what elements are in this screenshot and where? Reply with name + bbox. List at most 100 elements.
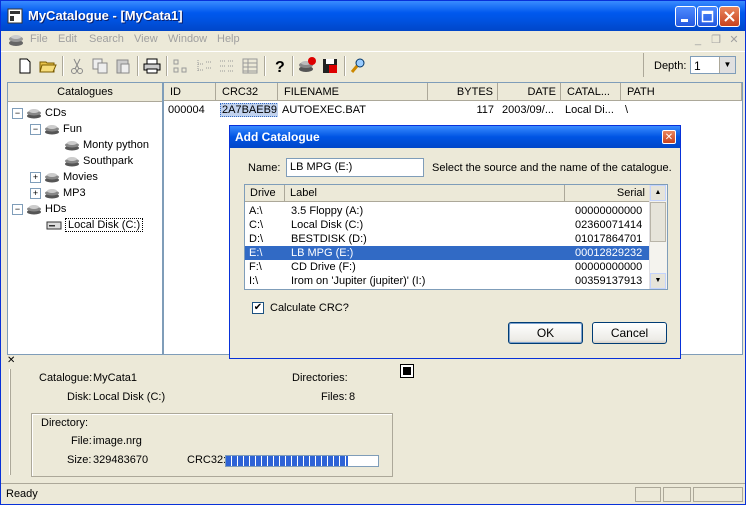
crc-progress-fill [226, 456, 348, 466]
save-catalogue-icon[interactable] [320, 56, 340, 76]
menu-file[interactable]: File [30, 33, 48, 45]
toolbar-separator [264, 56, 266, 76]
print-icon[interactable] [142, 56, 162, 76]
depth-select[interactable]: 1 ▼ [690, 56, 736, 74]
details-view-icon[interactable] [240, 56, 260, 76]
cell-id: 000004 [168, 104, 205, 116]
grip-bar[interactable] [9, 369, 11, 475]
drive-row[interactable]: C:\ Local Disk (C:) 02360071414 [245, 218, 651, 232]
tree-node-movies[interactable]: + Movies [30, 169, 98, 185]
catalogue-tree[interactable]: Catalogues − CDs − Fun Monty python Southp… [7, 82, 163, 355]
cancel-button[interactable]: Cancel [592, 322, 667, 344]
depth-control: Depth: 1 ▼ [643, 53, 742, 77]
drive-row[interactable]: I:\ Irom on 'Jupiter (jupiter)' (I:) 003… [245, 274, 651, 288]
new-icon[interactable] [15, 56, 35, 76]
drive-serial: 01017864701 [575, 233, 643, 245]
close-icon: ✕ [664, 132, 674, 143]
minimize-button[interactable] [675, 6, 696, 27]
drive-list[interactable]: Drive Label Serial A:\ 3.5 Floppy (A:) 0… [244, 184, 668, 290]
tree-node-monty-python[interactable]: Monty python [64, 137, 149, 153]
menu-edit[interactable]: Edit [58, 33, 77, 45]
scroll-thumb[interactable] [650, 202, 666, 242]
checkmark-icon: ✔ [253, 302, 263, 313]
dialog-close-button[interactable]: ✕ [662, 130, 676, 144]
search-icon[interactable] [349, 56, 369, 76]
close-button[interactable] [719, 6, 740, 27]
small-icons-view-icon[interactable] [171, 56, 191, 76]
status-text: Ready [6, 488, 38, 500]
tree-node-hds[interactable]: − HDs [12, 201, 66, 217]
help-icon[interactable]: ? [269, 56, 289, 76]
cell-catalogue: Local Di... [565, 104, 614, 116]
scroll-up-icon[interactable]: ▲ [650, 185, 666, 201]
menu-help[interactable]: Help [217, 33, 240, 45]
title-bar[interactable]: MyCatalogue - [MyCata1] [1, 1, 745, 31]
column-header-date[interactable]: DATE [498, 83, 561, 101]
column-header-bytes[interactable]: BYTES [428, 83, 498, 101]
menu-view[interactable]: View [134, 33, 158, 45]
drive-row[interactable]: A:\ 3.5 Floppy (A:) 00000000000 [245, 204, 651, 218]
mdi-minimize-icon[interactable]: _ [691, 33, 705, 47]
disk-stack-icon [45, 173, 59, 183]
mdi-restore-icon[interactable]: ❐ [709, 33, 723, 47]
ok-button[interactable]: OK [508, 322, 583, 344]
collapse-icon[interactable]: − [30, 123, 41, 135]
column-header-crc32[interactable]: CRC32 [216, 83, 278, 101]
menu-search[interactable]: Search [89, 33, 124, 45]
tree-node-label: MP3 [63, 187, 86, 199]
copy-icon[interactable] [90, 56, 110, 76]
cell-bytes: 117 [476, 104, 494, 116]
open-folder-icon[interactable] [38, 56, 58, 76]
expand-icon[interactable]: + [30, 187, 41, 199]
tree-header[interactable]: Catalogues [8, 83, 162, 102]
drive-serial: 02360071414 [575, 219, 643, 231]
drive-row[interactable]: D:\ BESTDISK (D:) 01017864701 [245, 232, 651, 246]
chevron-down-icon[interactable]: ▼ [719, 57, 735, 73]
drive-label: 3.5 Floppy (A:) [291, 205, 364, 217]
collapse-icon[interactable]: − [12, 203, 23, 215]
list-view-icon[interactable] [217, 56, 237, 76]
column-header-drive[interactable]: Drive [245, 185, 285, 202]
column-header-filename[interactable]: FILENAME [278, 83, 428, 101]
column-header-path[interactable]: PATH [621, 83, 742, 101]
drive-row-selected[interactable]: E:\ LB MPG (E:) 00012829232 [245, 246, 651, 260]
mdi-close-icon[interactable]: ✕ [727, 33, 741, 47]
file-value: image.nrg [93, 435, 142, 447]
menu-window[interactable]: Window [168, 33, 207, 45]
toolbar-separator [344, 56, 346, 76]
size-label: Size: [67, 454, 92, 466]
tree-node-southpark[interactable]: Southpark [64, 153, 133, 169]
tree-node-mp3[interactable]: + MP3 [30, 185, 86, 201]
column-header-catalogue[interactable]: CATAL... [561, 83, 621, 101]
column-header-label[interactable]: Label [285, 185, 565, 202]
drive-list-scrollbar[interactable]: ▲ ▼ [649, 185, 667, 289]
stop-icon [403, 367, 411, 375]
drive-label: LB MPG (E:) [291, 247, 354, 259]
close-info-panel-icon[interactable]: ✕ [7, 355, 15, 366]
tree-node-fun[interactable]: − Fun [30, 121, 82, 137]
drive-letter: F:\ [249, 261, 262, 273]
toolbar-separator [166, 56, 168, 76]
add-catalogue-icon[interactable] [297, 56, 317, 76]
paste-icon[interactable] [113, 56, 133, 76]
collapse-icon[interactable]: − [12, 107, 23, 119]
tree-node-cds[interactable]: − CDs [12, 105, 66, 121]
cut-icon[interactable] [67, 56, 87, 76]
column-header-serial[interactable]: Serial [565, 185, 651, 202]
drive-row[interactable]: F:\ CD Drive (F:) 00000000000 [245, 260, 651, 274]
stop-button[interactable] [400, 364, 414, 378]
drive-serial: 00000000000 [575, 205, 643, 217]
expand-icon[interactable]: + [30, 171, 41, 183]
scroll-down-icon[interactable]: ▼ [650, 273, 666, 289]
name-input[interactable]: LB MPG (E:) [286, 158, 424, 177]
cell-filename: AUTOEXEC.BAT [282, 104, 366, 116]
column-header-id[interactable]: ID [164, 83, 216, 101]
drive-serial: 00359137913 [575, 275, 643, 287]
mdi-document-icon[interactable] [8, 33, 24, 47]
tree-node-label: Monty python [83, 139, 150, 151]
dialog-title-bar[interactable]: Add Catalogue ✕ [230, 126, 680, 148]
calculate-crc-checkbox[interactable]: ✔ [252, 302, 264, 314]
tree-node-local-disk-c[interactable]: Local Disk (C:) [46, 217, 144, 233]
tree-view-icon[interactable] [194, 56, 214, 76]
maximize-button[interactable] [697, 6, 718, 27]
